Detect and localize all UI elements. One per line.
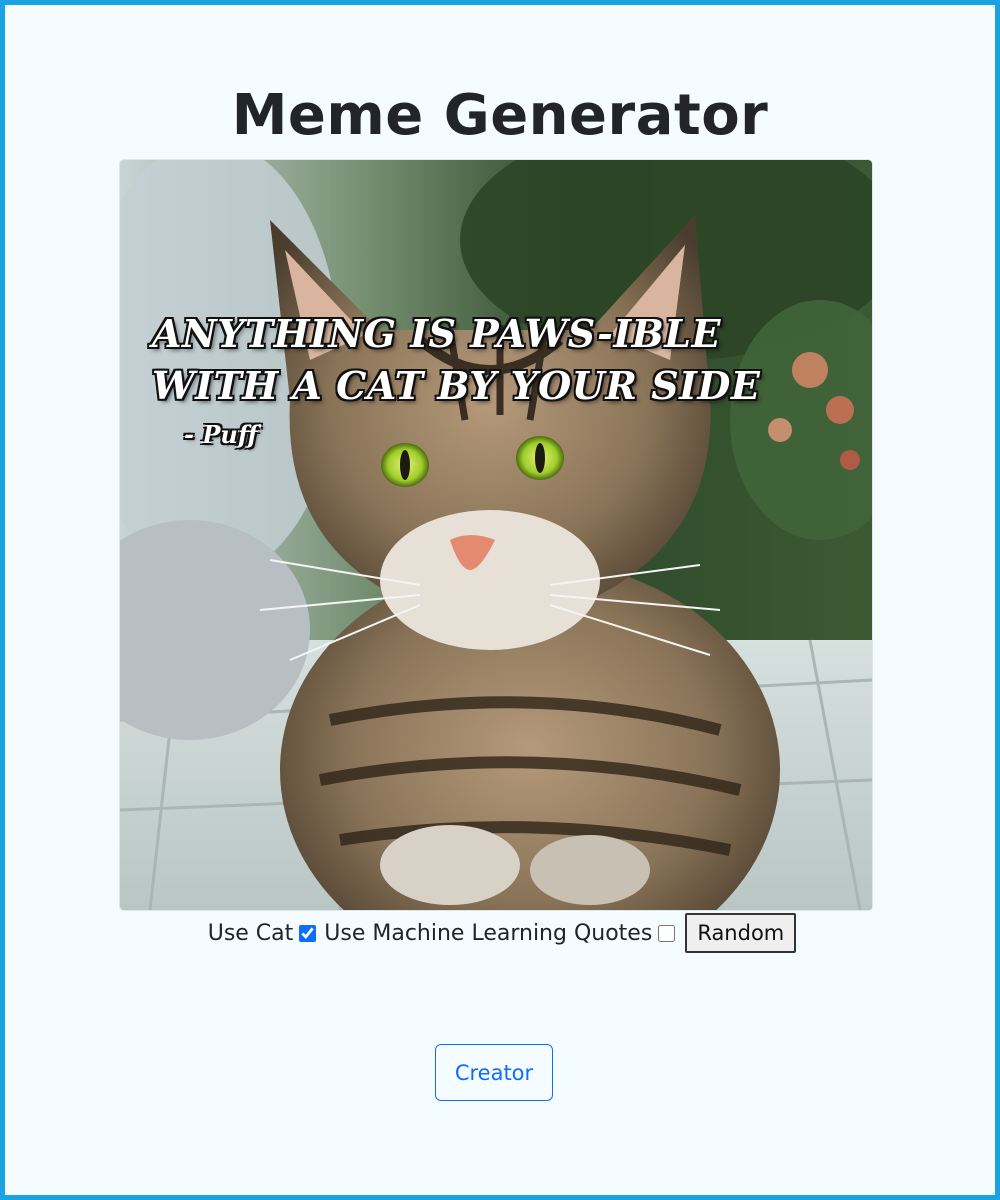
meme-controls: Use Cat Use Machine Learning Quotes Rand…: [5, 913, 995, 953]
meme-image: ANYTHING IS PAWS-IBLE WITH A CAT BY YOUR…: [119, 159, 873, 911]
cat-photo: [120, 160, 872, 910]
use-cat-label: Use Cat: [207, 920, 294, 946]
use-cat-checkbox[interactable]: [299, 924, 317, 942]
creator-button[interactable]: Creator: [435, 1044, 553, 1101]
meme-quote-author: - Puff: [184, 420, 258, 449]
page-title: Meme Generator: [231, 83, 769, 148]
app-frame: Meme Generator ANYTHING IS PAWS-IBLE WIT…: [0, 0, 1000, 1200]
random-button[interactable]: Random: [685, 913, 797, 953]
use-ml-quotes-label: Use Machine Learning Quotes: [324, 920, 653, 946]
meme-quote-text: ANYTHING IS PAWS-IBLE WITH A CAT BY YOUR…: [152, 311, 761, 408]
use-ml-quotes-checkbox[interactable]: [658, 924, 676, 942]
